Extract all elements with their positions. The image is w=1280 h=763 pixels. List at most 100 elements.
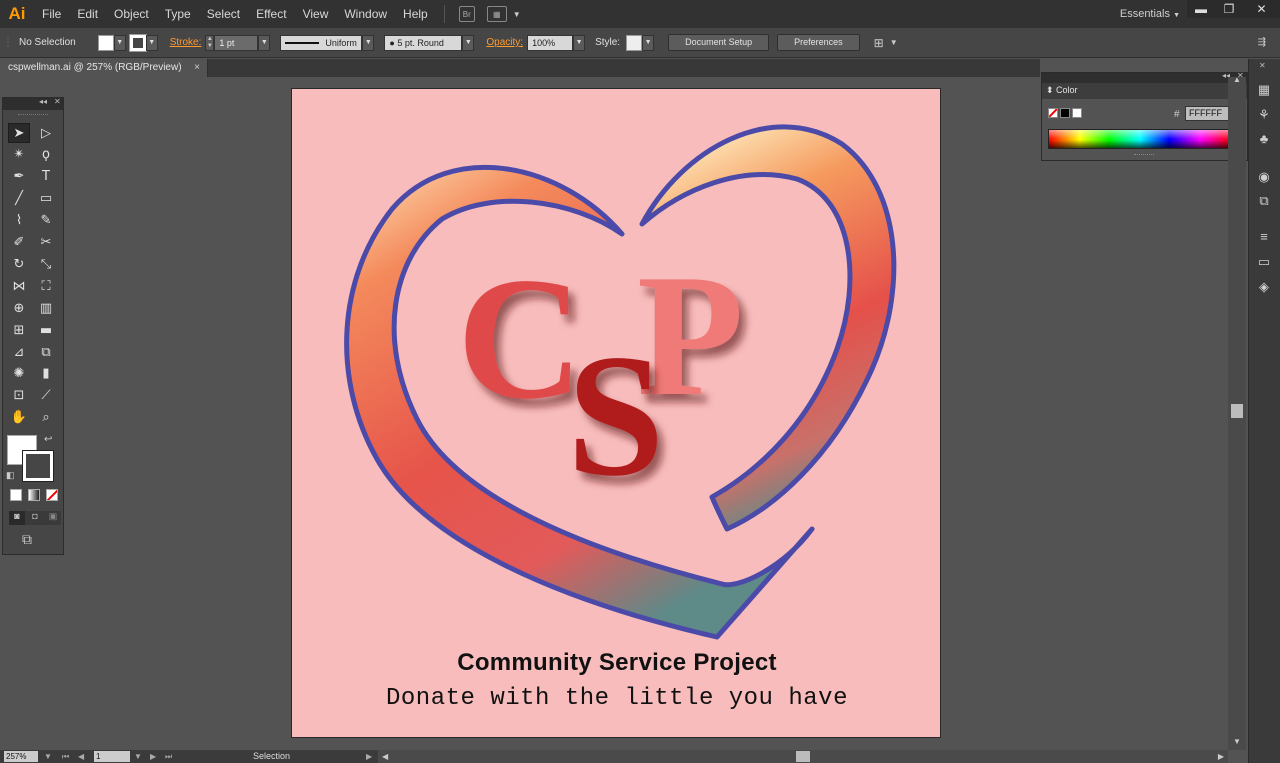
free-transform-tool-icon[interactable]: ⛶ — [35, 276, 57, 296]
arrange-icon[interactable]: ⊞ — [874, 36, 884, 50]
menu-help[interactable]: Help — [395, 0, 436, 28]
vertical-scrollbar[interactable]: ▲ ▼ — [1228, 75, 1246, 750]
arrange-documents-icon[interactable]: ▦ — [486, 6, 507, 22]
document-tab[interactable]: cspwellman.ai @ 257% (RGB/Preview) × — [0, 59, 208, 77]
first-artboard-icon[interactable]: ⏮ — [62, 750, 69, 763]
swatches-panel-icon[interactable]: ▦ — [1256, 82, 1272, 98]
blob-brush-tool-icon[interactable]: ✐ — [8, 233, 30, 253]
zoom-field[interactable]: 257% — [4, 751, 38, 762]
symbols-panel-icon[interactable]: ♣ — [1256, 131, 1272, 147]
scroll-right-icon[interactable]: ▶ — [1218, 750, 1224, 763]
arrange-dropdown-icon[interactable]: ▼ — [513, 10, 521, 19]
draw-normal-icon[interactable]: ◙ — [9, 511, 25, 525]
menu-window[interactable]: Window — [336, 0, 395, 28]
color-panel-header[interactable]: ◂◂ ✕ — [1042, 71, 1247, 83]
vertical-scroll-thumb[interactable] — [1231, 404, 1243, 418]
close-tab-icon[interactable]: × — [194, 59, 200, 77]
stroke-weight-field[interactable]: 1 pt — [214, 34, 259, 51]
last-artboard-icon[interactable]: ⏭ — [165, 750, 172, 763]
column-graph-tool-icon[interactable]: ▮ — [35, 364, 57, 384]
shape-builder-tool-icon[interactable]: ⊕ — [8, 298, 30, 318]
eyedropper-tool-icon[interactable]: ⊿ — [8, 342, 30, 362]
perspective-grid-tool-icon[interactable]: ▥ — [35, 298, 57, 318]
none-swatch[interactable] — [1048, 108, 1058, 118]
panel-menu-icon[interactable]: ⇶ — [1258, 37, 1266, 48]
menu-select[interactable]: Select — [199, 0, 248, 28]
collapse-icon[interactable]: ◂◂ — [39, 97, 47, 106]
tools-panel-header[interactable]: ◂◂ ✕ — [3, 97, 63, 110]
bridge-icon[interactable]: Br — [458, 6, 475, 22]
none-mode-icon[interactable] — [46, 489, 58, 501]
horizontal-scroll-thumb[interactable] — [796, 751, 810, 762]
draw-behind-icon[interactable]: ◘ — [27, 511, 43, 525]
brush-dropdown[interactable]: ▼ — [462, 34, 475, 51]
next-artboard-icon[interactable]: ▶ — [150, 750, 156, 763]
eraser-tool-icon[interactable]: ✂ — [35, 233, 57, 253]
brush-field[interactable]: ● 5 pt. Round — [384, 34, 463, 51]
scroll-down-icon[interactable]: ▼ — [1233, 737, 1241, 746]
swap-colors-icon[interactable]: ↩ — [44, 434, 52, 445]
magic-wand-tool-icon[interactable]: ✴ — [8, 145, 30, 165]
graphic-styles-panel-icon[interactable]: ⧉ — [1256, 193, 1272, 209]
menu-file[interactable]: File — [34, 0, 69, 28]
artboard-number-field[interactable]: 1 — [94, 751, 130, 762]
fill-swatch[interactable] — [97, 34, 114, 51]
restore-button[interactable]: ❐ — [1215, 0, 1243, 18]
blend-tool-icon[interactable]: ⧉ — [35, 342, 57, 362]
stroke-profile-field[interactable]: Uniform — [280, 34, 363, 51]
menu-view[interactable]: View — [295, 0, 337, 28]
minimize-button[interactable]: ▬ — [1187, 0, 1215, 18]
previous-artboard-icon[interactable]: ◀ — [78, 750, 84, 763]
type-tool-icon[interactable]: T — [35, 167, 57, 187]
paintbrush-tool-icon[interactable]: ⌇ — [8, 211, 30, 231]
artboard[interactable]: C P S Community Service Project Donate w… — [291, 88, 941, 738]
color-mode-icon[interactable] — [10, 489, 22, 501]
white-swatch[interactable] — [1072, 108, 1082, 118]
style-swatch[interactable] — [626, 34, 643, 51]
gradient-panel-icon[interactable]: ▭ — [1256, 254, 1272, 270]
stroke-panel-icon[interactable]: ≡ — [1256, 229, 1272, 245]
layers-panel-icon[interactable]: ◈ — [1256, 279, 1272, 295]
black-swatch[interactable] — [1060, 108, 1070, 118]
stroke-swatch-dropdown[interactable]: ▼ — [145, 34, 158, 51]
default-colors-icon[interactable]: ◧ — [6, 470, 15, 481]
menu-object[interactable]: Object — [106, 0, 157, 28]
scale-tool-icon[interactable]: ⤡ — [35, 254, 57, 274]
appearance-panel-icon[interactable]: ◉ — [1256, 169, 1272, 185]
stroke-color-swatch[interactable] — [22, 450, 54, 482]
style-dropdown[interactable]: ▼ — [642, 34, 655, 51]
opacity-field[interactable]: 100% — [527, 34, 574, 51]
width-tool-icon[interactable]: ⋈ — [8, 276, 30, 296]
scroll-up-icon[interactable]: ▲ — [1233, 75, 1241, 84]
screen-mode-icon[interactable]: ⧉ — [22, 531, 32, 548]
csp-logo-artwork[interactable]: C P S — [292, 89, 941, 738]
menu-effect[interactable]: Effect — [248, 0, 294, 28]
document-setup-button[interactable]: Document Setup — [668, 34, 770, 51]
rectangle-tool-icon[interactable]: ▭ — [35, 189, 57, 209]
preferences-button[interactable]: Preferences — [777, 34, 860, 51]
scroll-left-icon[interactable]: ◀ — [382, 750, 388, 763]
pen-tool-icon[interactable]: ✒ — [8, 167, 30, 187]
status-label[interactable]: Selection — [253, 750, 290, 763]
artboard-dropdown-icon[interactable]: ▼ — [134, 750, 142, 763]
rotate-tool-icon[interactable]: ↻ — [8, 254, 30, 274]
menu-type[interactable]: Type — [157, 0, 199, 28]
close-panel-icon[interactable]: ✕ — [54, 97, 61, 106]
menu-edit[interactable]: Edit — [69, 0, 106, 28]
mesh-tool-icon[interactable]: ⊞ — [8, 320, 30, 340]
gradient-tool-icon[interactable]: ▬ — [35, 320, 57, 340]
pencil-tool-icon[interactable]: ✎ — [35, 211, 57, 231]
workspace-switcher[interactable]: Essentials ▼ — [1120, 0, 1180, 30]
zoom-tool-icon[interactable]: ⌕ — [35, 408, 57, 428]
opacity-label[interactable]: Opacity: — [486, 37, 523, 48]
selection-tool-icon[interactable]: ➤ — [8, 123, 30, 143]
panel-resize-grip[interactable] — [1134, 154, 1154, 157]
opacity-dropdown[interactable]: ▼ — [573, 34, 586, 51]
zoom-dropdown-icon[interactable]: ▼ — [44, 750, 52, 763]
color-panel-tab[interactable]: ⬍ Color — [1046, 85, 1078, 96]
control-bar-menu-icon[interactable]: ▼ — [890, 38, 898, 47]
collapse-dock-icon[interactable]: ✕ — [1259, 61, 1266, 70]
color-spectrum[interactable] — [1048, 129, 1232, 149]
hand-tool-icon[interactable]: ✋ — [8, 408, 30, 428]
stroke-profile-dropdown[interactable]: ▼ — [362, 34, 375, 51]
